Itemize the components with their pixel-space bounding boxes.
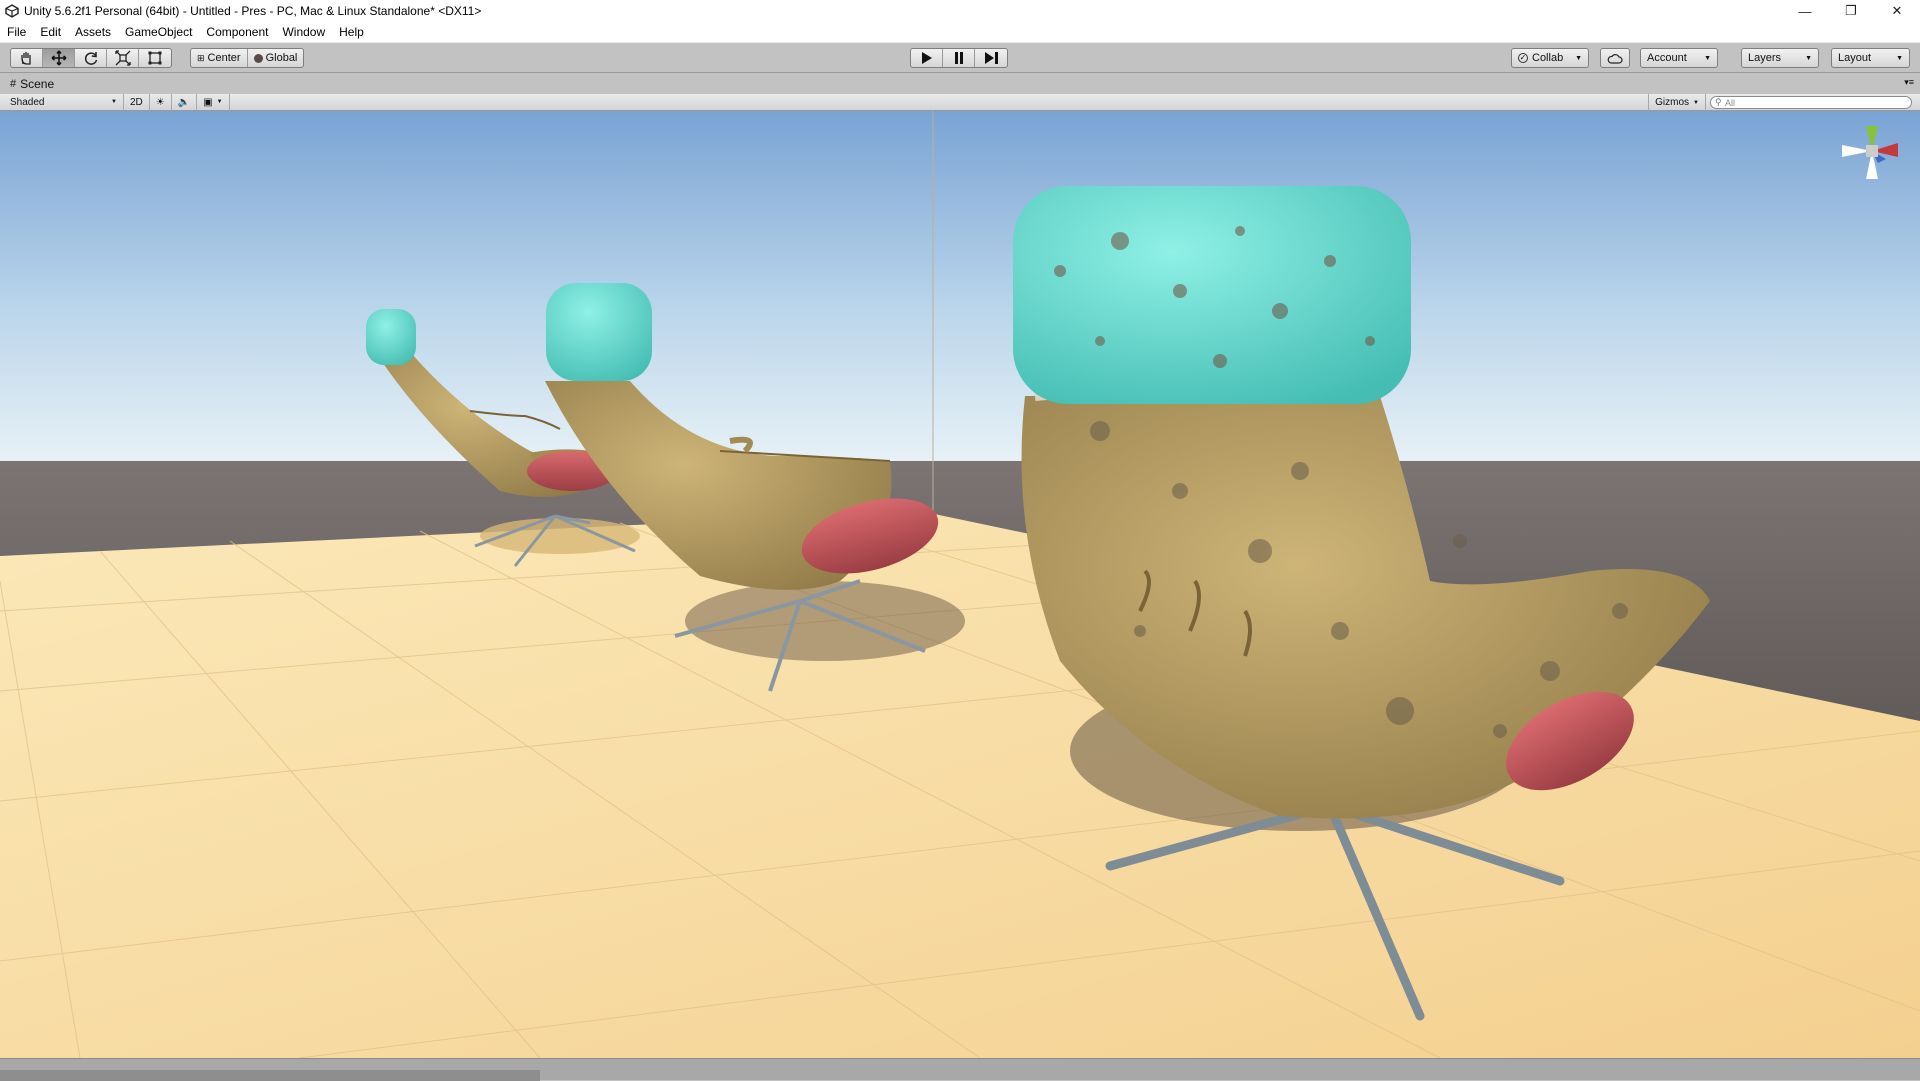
search-placeholder: All: [1725, 97, 1736, 108]
unity-logo-icon: [5, 4, 19, 18]
rotate-icon: [84, 52, 97, 65]
status-segment: [0, 1070, 540, 1081]
search-icon: ⚲: [1715, 97, 1722, 107]
close-button[interactable]: ✕: [1874, 0, 1920, 22]
chevron-down-icon: ▼: [111, 99, 117, 105]
move-icon: [51, 50, 66, 66]
pivot-mode-button[interactable]: ⊞ Center: [191, 49, 248, 67]
scene-search-input[interactable]: ⚲ All: [1710, 96, 1912, 109]
lighting-toggle[interactable]: ☀: [150, 93, 172, 111]
chevron-down-icon: ▼: [1896, 54, 1903, 62]
step-icon: [984, 52, 998, 64]
hand-tool-button[interactable]: [11, 49, 43, 67]
play-controls: [910, 48, 1008, 68]
menu-file[interactable]: File: [0, 25, 33, 39]
sun-icon: ☀: [155, 96, 165, 108]
status-bar: [0, 1058, 1920, 1081]
layers-label: Layers: [1748, 52, 1782, 64]
pivot-rotation-button[interactable]: Global: [248, 49, 304, 67]
minimize-button[interactable]: —: [1782, 0, 1828, 22]
globe-icon: [253, 53, 263, 63]
window-title: Unity 5.6.2f1 Personal (64bit) - Untitle…: [24, 4, 482, 18]
menu-component[interactable]: Component: [199, 25, 275, 39]
hand-icon: [20, 52, 31, 65]
move-tool-button[interactable]: [43, 49, 75, 67]
cloud-button[interactable]: [1600, 48, 1630, 68]
pivot-mode-label: Center: [207, 52, 241, 64]
tab-scene[interactable]: # Scene: [0, 77, 54, 91]
layout-dropdown[interactable]: Layout ▼: [1831, 48, 1910, 68]
chevron-down-icon: ▼: [1693, 99, 1699, 106]
gizmos-label: Gizmos: [1655, 97, 1690, 108]
pause-button[interactable]: [943, 49, 975, 67]
scale-icon: [114, 50, 131, 66]
speaker-icon: 🔈: [177, 96, 191, 108]
menu-edit[interactable]: Edit: [33, 25, 68, 39]
account-dropdown[interactable]: Account ▼: [1640, 48, 1718, 68]
rect-icon: [148, 51, 162, 65]
layers-dropdown[interactable]: Layers ▼: [1741, 48, 1819, 68]
scene-tab-label: Scene: [20, 77, 55, 91]
audio-toggle[interactable]: 🔈: [172, 93, 198, 111]
gizmos-dropdown[interactable]: Gizmos ▼: [1648, 94, 1706, 111]
menu-window[interactable]: Window: [275, 25, 332, 39]
rect-tool-button[interactable]: [139, 49, 171, 67]
scene-tab-bar: # Scene ▾≡: [0, 74, 1920, 94]
maximize-button[interactable]: ❐: [1828, 0, 1874, 22]
menu-assets[interactable]: Assets: [68, 25, 118, 39]
menu-gameobject[interactable]: GameObject: [118, 25, 199, 39]
layout-label: Layout: [1838, 52, 1872, 64]
pivot-center-icon: ⊞: [197, 52, 205, 63]
step-button[interactable]: [975, 49, 1007, 67]
play-button[interactable]: [911, 49, 943, 67]
pivot-toggle-group: ⊞ Center Global: [190, 48, 305, 68]
main-toolbar: ⊞ Center Global ✓ Collab ▼ Account ▼ Lay…: [0, 43, 1920, 73]
pivot-rotation-label: Global: [265, 52, 298, 64]
menu-help[interactable]: Help: [332, 25, 371, 39]
image-icon: ▣: [203, 96, 213, 108]
scene-render[interactable]: [0, 111, 1920, 1058]
pause-icon: [954, 52, 963, 64]
collab-label: Collab: [1532, 52, 1564, 64]
scene-toolbar: Shaded ▼ 2D ☀ 🔈 ▣ ▼ Gizmos ▼ ⚲ All: [0, 93, 1920, 111]
effects-dropdown[interactable]: ▣ ▼: [197, 93, 230, 111]
2d-label: 2D: [130, 96, 143, 108]
scale-tool-button[interactable]: [107, 49, 139, 67]
checkmark-icon: ✓: [1518, 53, 1528, 63]
2d-toggle[interactable]: 2D: [124, 93, 150, 111]
draw-mode-label: Shaded: [10, 96, 45, 108]
transform-tools: [10, 48, 172, 68]
scene-viewport[interactable]: [0, 111, 1920, 1058]
grid-icon: #: [10, 78, 17, 90]
cloud-icon: [1607, 53, 1623, 64]
chevron-down-icon: ▼: [216, 99, 223, 105]
rotate-tool-button[interactable]: [75, 49, 107, 67]
play-icon: [921, 52, 932, 64]
collab-dropdown[interactable]: ✓ Collab ▼: [1511, 48, 1589, 68]
chevron-down-icon: ▼: [1805, 54, 1812, 62]
tab-menu-icon[interactable]: ▾≡: [1904, 77, 1914, 88]
chevron-down-icon: ▼: [1575, 54, 1582, 62]
draw-mode-dropdown[interactable]: Shaded ▼: [0, 93, 124, 111]
chevron-down-icon: ▼: [1704, 54, 1711, 62]
account-label: Account: [1647, 52, 1687, 64]
menu-bar: File Edit Assets GameObject Component Wi…: [0, 22, 1920, 43]
title-bar: Unity 5.6.2f1 Personal (64bit) - Untitle…: [0, 0, 1920, 22]
